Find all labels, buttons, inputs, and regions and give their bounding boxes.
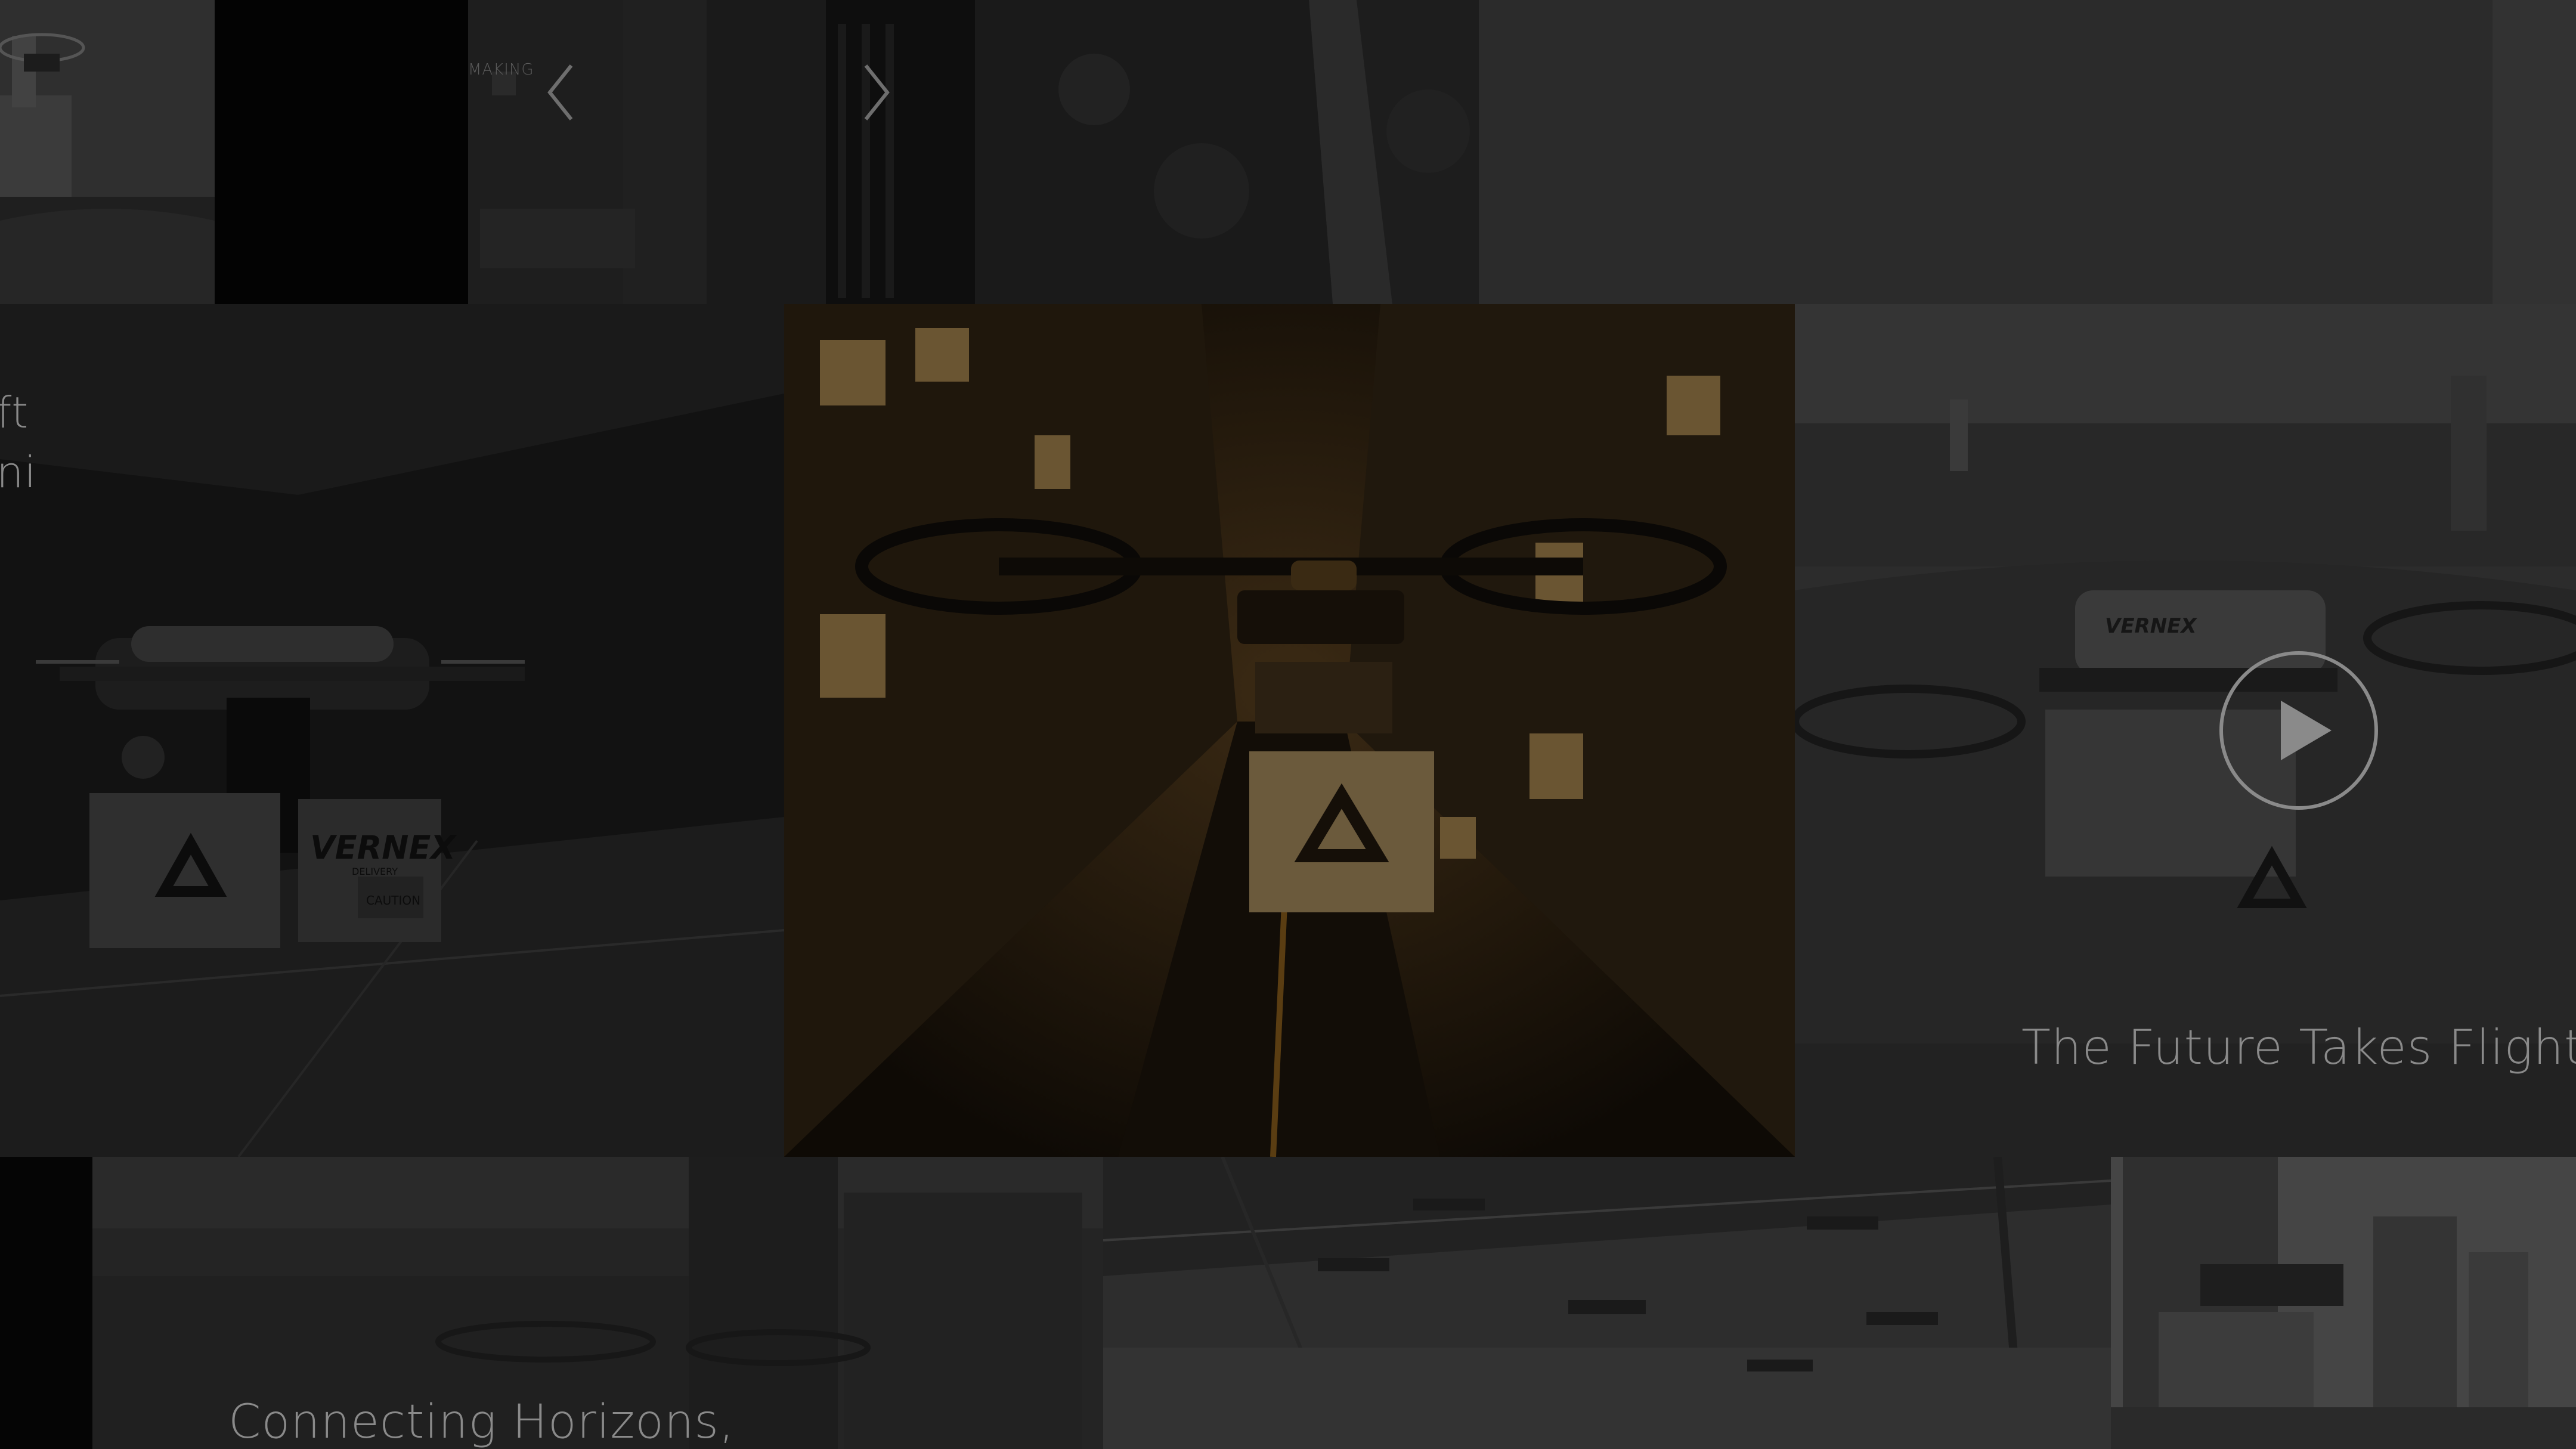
left-box-brand: VERNEX — [310, 829, 456, 866]
office-towers-image — [2111, 1157, 2576, 1449]
left-caption-line1: ft — [0, 388, 29, 438]
card-warehouse-drones[interactable] — [1103, 1157, 2111, 1449]
building-image — [468, 0, 826, 304]
gallery-top-row: MAKING — [0, 0, 2576, 304]
chevron-right-icon — [864, 64, 890, 120]
thumb-blank-dark — [215, 0, 468, 304]
thumb-aerial-forest[interactable] — [975, 0, 1479, 304]
bottom-caption: Connecting Horizons, — [228, 1395, 735, 1449]
thumb-empty-grey — [1479, 0, 2493, 304]
card-office-towers[interactable] — [2111, 1157, 2576, 1449]
carousel-next-button[interactable] — [859, 60, 894, 125]
thumb-london-bridge[interactable] — [0, 0, 215, 304]
warehouse-image — [1103, 1157, 2111, 1449]
right-box-brand: VERNEX — [2105, 614, 2197, 638]
aerial-forest-image — [975, 0, 1479, 304]
right-caption: The Future Takes Flight — [2021, 1020, 2576, 1075]
card-featured-drone-street[interactable] — [784, 304, 1795, 1157]
chevron-left-icon — [547, 64, 573, 120]
faint-caption: MAKING — [468, 61, 534, 79]
thumb-black-edge — [0, 1157, 92, 1449]
london-bridge-image — [0, 0, 215, 304]
left-box-warning: CAUTION — [366, 893, 421, 908]
gallery-middle-row: VERNEX DELIVERY CAUTION ft ni VERNEX The… — [0, 304, 2576, 1157]
left-caption-line2: ni — [0, 447, 37, 497]
featured-drone-image — [784, 304, 1795, 1157]
card-video-drone-river[interactable]: VERNEX The Future Takes Flight — [1795, 304, 2576, 1157]
thumb-building[interactable]: MAKING — [468, 0, 826, 304]
thumb-dark-facade[interactable] — [826, 0, 975, 304]
carousel-prev-button[interactable] — [543, 60, 578, 125]
dark-facade-image — [826, 0, 975, 304]
drone-rooftop-image — [0, 304, 784, 1157]
card-drone-rooftop[interactable]: VERNEX DELIVERY CAUTION ft ni — [0, 304, 784, 1157]
video-play-button[interactable] — [2218, 650, 2379, 811]
thumb-edge-grey — [2493, 0, 2576, 304]
gallery-bottom-row: Connecting Horizons, — [0, 1157, 2576, 1449]
card-city-skyline[interactable]: Connecting Horizons, — [92, 1157, 1103, 1449]
play-icon — [2219, 651, 2378, 810]
left-box-brand-sub: DELIVERY — [352, 866, 398, 877]
